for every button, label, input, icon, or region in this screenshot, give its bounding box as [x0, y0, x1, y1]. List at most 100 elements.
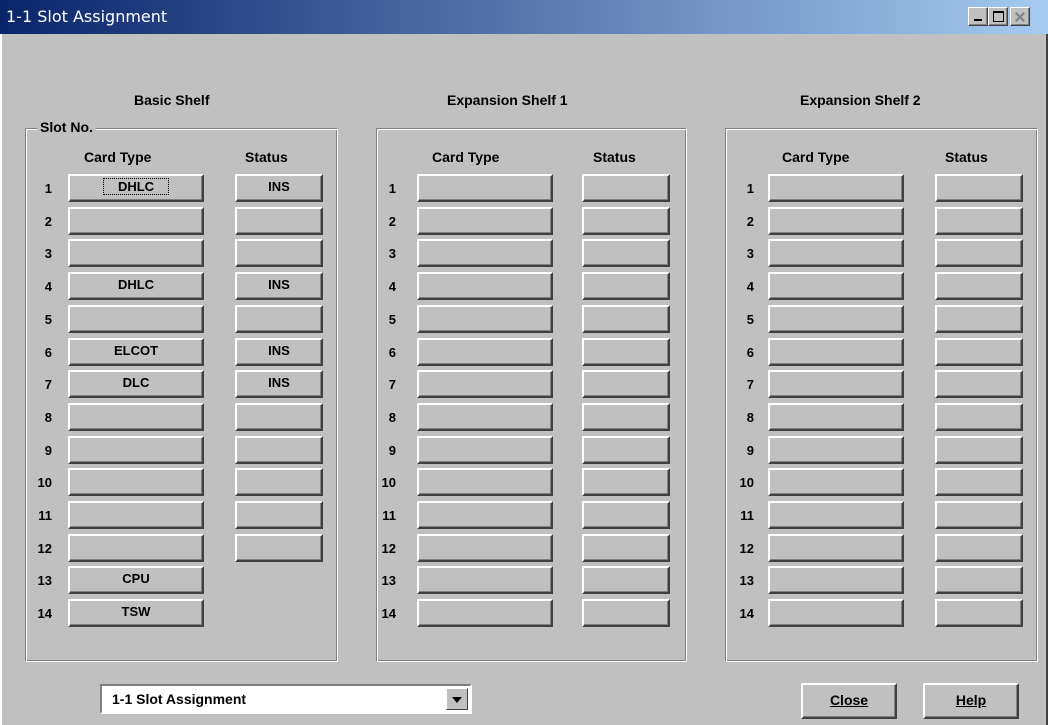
status-button[interactable]	[235, 468, 323, 496]
status-button[interactable]	[235, 207, 323, 235]
status-button[interactable]	[582, 468, 670, 496]
card-type-button[interactable]	[768, 468, 904, 496]
status-button[interactable]	[582, 501, 670, 529]
status-button[interactable]	[582, 403, 670, 431]
card-type-button[interactable]: CPU	[68, 566, 204, 594]
card-type-button[interactable]	[768, 239, 904, 267]
status-button[interactable]: INS	[235, 370, 323, 398]
status-label: INS	[268, 375, 290, 390]
card-type-button[interactable]: ELCOT	[68, 338, 204, 366]
status-button[interactable]	[935, 534, 1023, 562]
card-type-button[interactable]	[768, 338, 904, 366]
status-button[interactable]	[582, 272, 670, 300]
slot-number: 2	[44, 214, 52, 229]
slot-number: 3	[746, 246, 754, 261]
card-type-button[interactable]	[417, 239, 553, 267]
card-type-button[interactable]	[768, 534, 904, 562]
card-type-button[interactable]	[417, 403, 553, 431]
card-type-button[interactable]	[417, 370, 553, 398]
status-button[interactable]	[582, 599, 670, 627]
maximize-button[interactable]	[988, 7, 1008, 26]
status-button[interactable]	[582, 534, 670, 562]
card-type-button[interactable]	[768, 403, 904, 431]
status-button[interactable]	[935, 338, 1023, 366]
menu-select[interactable]: 1-1 Slot Assignment	[100, 684, 472, 714]
card-type-button[interactable]: TSW	[68, 599, 204, 627]
status-button[interactable]: INS	[235, 272, 323, 300]
card-type-button[interactable]	[417, 566, 553, 594]
card-type-button[interactable]	[68, 207, 204, 235]
status-button[interactable]	[935, 272, 1023, 300]
status-label: INS	[268, 277, 290, 292]
status-button[interactable]	[235, 305, 323, 333]
status-button[interactable]	[582, 370, 670, 398]
status-button[interactable]	[935, 501, 1023, 529]
status-button[interactable]	[582, 338, 670, 366]
card-type-button[interactable]	[768, 174, 904, 202]
card-type-button[interactable]	[768, 207, 904, 235]
card-type-button[interactable]	[417, 501, 553, 529]
card-type-button[interactable]	[417, 534, 553, 562]
card-type-button[interactable]	[417, 174, 553, 202]
status-button[interactable]	[582, 239, 670, 267]
status-button[interactable]	[935, 207, 1023, 235]
minimize-button[interactable]	[968, 7, 988, 26]
card-type-button[interactable]	[417, 436, 553, 464]
status-button[interactable]	[935, 370, 1023, 398]
card-type-header: Card Type	[432, 149, 500, 165]
card-type-button[interactable]	[768, 272, 904, 300]
card-type-button[interactable]	[768, 566, 904, 594]
status-header: Status	[945, 149, 988, 165]
dropdown-arrow-icon[interactable]	[446, 688, 468, 710]
card-type-button[interactable]: DLC	[68, 370, 204, 398]
slot-number: 6	[388, 345, 396, 360]
status-button[interactable]	[935, 305, 1023, 333]
status-button[interactable]	[582, 436, 670, 464]
status-button[interactable]	[935, 436, 1023, 464]
slot-number: 9	[44, 443, 52, 458]
status-button[interactable]: INS	[235, 174, 323, 202]
slot-number: 13	[381, 573, 396, 588]
status-button[interactable]	[235, 534, 323, 562]
status-button[interactable]	[235, 239, 323, 267]
card-type-button[interactable]: DHLC	[68, 174, 204, 202]
card-type-button[interactable]	[768, 501, 904, 529]
card-type-button[interactable]	[417, 338, 553, 366]
card-type-button[interactable]	[68, 436, 204, 464]
card-type-button[interactable]	[68, 501, 204, 529]
status-button[interactable]	[935, 239, 1023, 267]
status-button[interactable]	[235, 403, 323, 431]
card-type-button[interactable]	[768, 305, 904, 333]
card-type-button[interactable]	[68, 305, 204, 333]
card-type-button[interactable]	[417, 468, 553, 496]
status-button[interactable]	[935, 566, 1023, 594]
status-button[interactable]	[235, 501, 323, 529]
card-type-button[interactable]	[417, 305, 553, 333]
window-title: 1-1 Slot Assignment	[6, 7, 168, 26]
card-type-button[interactable]	[68, 534, 204, 562]
card-type-button[interactable]	[68, 468, 204, 496]
card-type-button[interactable]	[417, 207, 553, 235]
status-button[interactable]	[935, 174, 1023, 202]
card-type-button[interactable]	[68, 403, 204, 431]
card-type-button[interactable]	[768, 599, 904, 627]
status-button[interactable]	[582, 305, 670, 333]
status-button[interactable]	[935, 599, 1023, 627]
card-type-button[interactable]: DHLC	[68, 272, 204, 300]
basic-shelf-title: Basic Shelf	[134, 92, 210, 108]
card-type-button[interactable]	[417, 599, 553, 627]
card-type-button[interactable]	[768, 436, 904, 464]
status-button[interactable]	[582, 174, 670, 202]
status-button[interactable]	[935, 403, 1023, 431]
help-button[interactable]: Help	[923, 683, 1019, 719]
card-type-button[interactable]	[768, 370, 904, 398]
card-type-button[interactable]	[68, 239, 204, 267]
status-button[interactable]: INS	[235, 338, 323, 366]
slot-number: 8	[746, 410, 754, 425]
status-button[interactable]	[582, 566, 670, 594]
close-button[interactable]: Close	[801, 683, 897, 719]
status-button[interactable]	[582, 207, 670, 235]
status-button[interactable]	[935, 468, 1023, 496]
card-type-button[interactable]	[417, 272, 553, 300]
status-button[interactable]	[235, 436, 323, 464]
